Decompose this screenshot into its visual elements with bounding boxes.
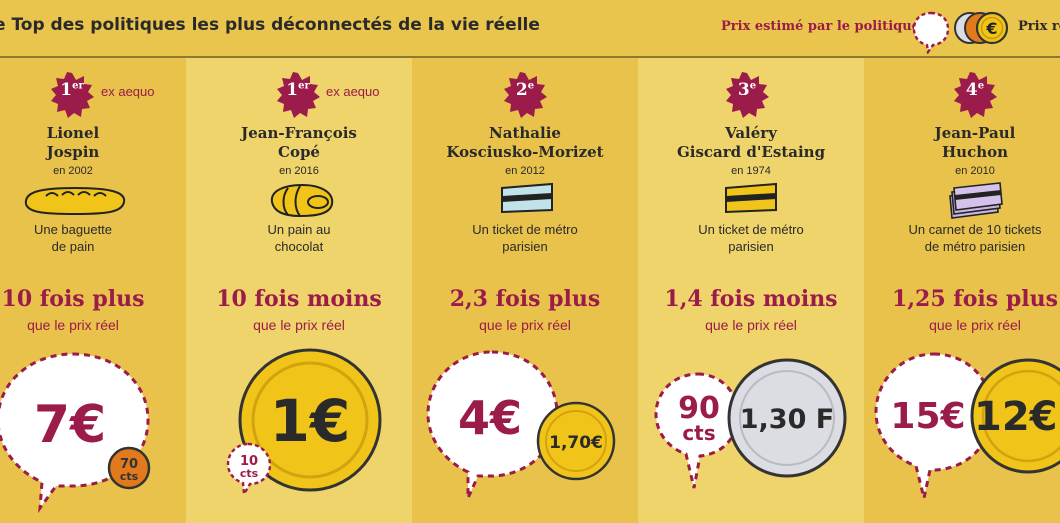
- ratio-sub-label: que le prix réel: [929, 317, 1021, 333]
- year-label: en 1974: [731, 165, 771, 177]
- metro-carnet-icon: [949, 182, 1003, 219]
- metro-ticket-icon: [501, 182, 553, 214]
- price-illustration: 1€ 10 cts: [226, 348, 382, 498]
- ratio-label: 2,3 fois plus: [449, 286, 601, 312]
- legend-estimated-label: Prix estimé par le politique: [721, 19, 920, 34]
- ratio-sub-label: que le prix réel: [705, 317, 797, 333]
- price-illustration: 90 cts 1,30 F: [654, 358, 847, 489]
- price-illustration: 7€ 70 cts: [0, 352, 151, 514]
- object-label: Une baguette de pain: [33, 222, 113, 254]
- metro-ticket-icon: [725, 182, 777, 214]
- price-illustration: 4€ 1,70€: [426, 350, 616, 499]
- object-label: Un pain au chocolat: [267, 222, 331, 254]
- object-label: Un carnet de 10 tickets de métro parisien: [908, 222, 1042, 254]
- coins-icon: €: [954, 11, 1009, 45]
- politician-name: Valéry Giscard d'Estaing: [676, 124, 826, 161]
- ranking-column-giscard: 3e Valéry Giscard d'Estaing en 1974 Un ti…: [638, 58, 864, 523]
- ratio-label: 10 fois moins: [216, 286, 382, 312]
- ratio-sub-label: que le prix réel: [27, 317, 119, 333]
- rank-label: 3e: [737, 80, 757, 100]
- estimate-price-unit: cts: [240, 467, 259, 480]
- pain-au-chocolat-icon: [270, 183, 334, 218]
- real-price: 1€: [270, 387, 351, 455]
- speech-bubble-icon: [912, 11, 950, 54]
- legend-real-label: Prix ré: [1018, 19, 1060, 34]
- politician-name: Jean-Paul Huchon: [934, 124, 1016, 161]
- ratio-sub-label: que le prix réel: [479, 317, 571, 333]
- ratio-sub-label: que le prix réel: [253, 317, 345, 333]
- rank-label: 4e: [965, 80, 985, 100]
- year-label: en 2002: [53, 165, 93, 177]
- svg-text:€: €: [985, 19, 997, 38]
- page-title: e Top des politiques les plus déconnecté…: [0, 15, 540, 35]
- ranking-column-cope: 1er ex aequo Jean-François Copé en 2016 U…: [186, 58, 412, 523]
- rank-label: 1er: [286, 80, 310, 100]
- year-label: en 2012: [505, 165, 545, 177]
- politician-name: Lionel Jospin: [46, 124, 100, 161]
- estimate-price-unit: cts: [682, 421, 715, 445]
- real-price: 1,70€: [549, 433, 603, 453]
- year-label: en 2016: [279, 165, 319, 177]
- baguette-icon: [24, 186, 126, 216]
- year-label: en 2010: [955, 165, 995, 177]
- rank-label: 1er: [60, 80, 84, 100]
- header-bar: e Top des politiques les plus déconnecté…: [0, 0, 1060, 58]
- real-price: 12€: [974, 394, 1058, 440]
- estimate-price: 15€: [890, 396, 965, 437]
- object-label: Un ticket de métro parisien: [698, 222, 804, 254]
- price-illustration: 15€ 12€: [874, 352, 1060, 499]
- ranking-column-kosciusko-morizet: 2e Nathalie Kosciusko-Morizet en 2012 Un …: [412, 58, 638, 523]
- politician-name: Jean-François Copé: [241, 124, 357, 161]
- ranking-column-huchon: 4e Jean-Paul Huchon en 2010 Un carnet de …: [864, 58, 1060, 523]
- real-price: 1,30 F: [740, 404, 834, 435]
- ex-aequo-label: ex aequo: [326, 84, 380, 99]
- object-label: Un ticket de métro parisien: [472, 222, 578, 254]
- ratio-label: 10 fois plus: [1, 286, 145, 312]
- estimate-price: 7€: [34, 395, 106, 455]
- ratio-label: 1,25 fois plus: [892, 286, 1058, 312]
- ratio-label: 1,4 fois moins: [664, 286, 838, 312]
- rank-label: 2e: [515, 80, 535, 100]
- estimate-price: 4€: [458, 391, 522, 445]
- ranking-column-jospin: 1er ex aequo Lionel Jospin en 2002 Une ba…: [0, 58, 186, 523]
- real-price-unit: cts: [120, 470, 139, 483]
- ex-aequo-label: ex aequo: [101, 84, 155, 99]
- politician-name: Nathalie Kosciusko-Morizet: [446, 124, 604, 161]
